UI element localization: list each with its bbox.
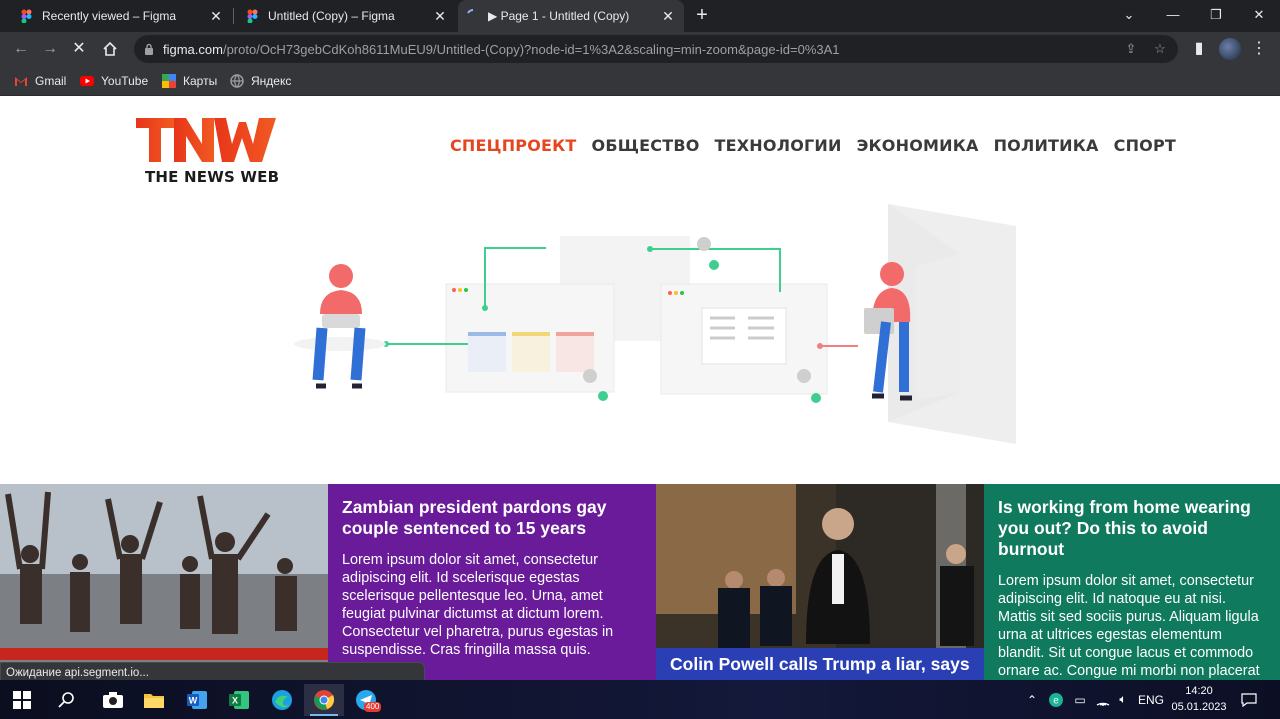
nav-item-politics[interactable]: ПОЛИТИКА — [994, 136, 1099, 155]
clock-date: 05.01.2023 — [1171, 701, 1227, 713]
card-headline: Zambian president pardons gay couple sen… — [342, 497, 607, 538]
news-card-zambia[interactable]: Zambian president pardons gay couple sen… — [328, 484, 656, 680]
logo-subtitle: THE NEWS WEB — [145, 168, 280, 186]
camera-icon[interactable] — [93, 684, 133, 716]
bookmark-label: Яндекс — [251, 74, 292, 88]
svg-text:W: W — [189, 696, 198, 706]
tab-untitled-copy[interactable]: Untitled (Copy) – Figma ✕ — [236, 0, 456, 32]
menu-icon[interactable]: ⋮ — [1246, 36, 1272, 62]
card-body: Lorem ipsum dolor sit amet, consectetur … — [342, 552, 614, 658]
minimize-icon[interactable]: — — [1151, 0, 1195, 32]
bookmark-youtube[interactable]: YouTube — [80, 72, 148, 90]
language-indicator[interactable]: ENG — [1136, 680, 1166, 719]
url-host: figma.com — [163, 41, 223, 57]
close-icon[interactable]: ✕ — [206, 8, 226, 25]
close-icon[interactable]: ✕ — [430, 8, 450, 25]
bookmark-yandex[interactable]: Яндекс — [230, 72, 291, 90]
volume-icon[interactable]: 🔈︎ — [1114, 680, 1132, 719]
avatar[interactable] — [1219, 38, 1241, 60]
browser-toolbar: ← → ✕ figma.com/proto/OcH73gebCdKoh8611M… — [0, 32, 1280, 66]
status-bar: Ожидание api.segment.io... — [0, 662, 425, 682]
svg-text:e: e — [1053, 695, 1059, 706]
tab-title: ▶ Page 1 - Untitled (Copy) — [488, 9, 630, 23]
figma-icon — [247, 9, 258, 23]
hero-illustration — [294, 204, 1016, 444]
bookmark-maps[interactable]: Карты — [162, 72, 217, 90]
loading-icon — [467, 9, 474, 14]
excel-icon[interactable]: X — [219, 684, 259, 716]
maps-icon — [162, 74, 176, 88]
youtube-icon — [80, 76, 94, 86]
side-panel-icon[interactable]: ▮ — [1186, 36, 1212, 62]
battery-icon[interactable]: ▭ — [1070, 680, 1090, 719]
nav-item-economy[interactable]: ЭКОНОМИКА — [857, 136, 979, 155]
new-tab-button[interactable]: + — [690, 4, 714, 28]
chrome-icon[interactable] — [304, 684, 344, 716]
card-caption: Colin Powell calls Trump a liar, says — [656, 648, 984, 680]
bookmark-star-icon[interactable]: ☆ — [1151, 40, 1169, 58]
window-close-icon[interactable]: ✕ — [1237, 0, 1280, 32]
news-cards: Zambian president pardons gay couple sen… — [0, 484, 1280, 680]
lock-icon — [145, 43, 153, 55]
close-icon[interactable]: ✕ — [658, 8, 678, 25]
nav-item-sport[interactable]: СПОРТ — [1114, 136, 1176, 155]
wifi-icon[interactable] — [1094, 680, 1112, 719]
tab-strip: Recently viewed – Figma ✕ Untitled (Copy… — [0, 0, 1280, 32]
nav-item-society[interactable]: ОБЩЕСТВО — [592, 136, 700, 155]
tab-title: Recently viewed – Figma — [42, 9, 177, 23]
news-card-photo-protest[interactable] — [0, 484, 328, 680]
bookmark-label: Карты — [183, 74, 218, 88]
bookmark-label: YouTube — [101, 74, 149, 88]
back-icon[interactable]: ← — [8, 36, 34, 62]
bookmarks-bar: Gmail YouTube Карты Яндекс — [0, 66, 1280, 96]
windows-start-icon[interactable] — [2, 684, 42, 716]
forward-icon[interactable]: → — [37, 36, 63, 62]
chevron-up-icon[interactable]: ⌃ — [1024, 680, 1040, 719]
page-viewport: THE NEWS WEB СПЕЦПРОЕКТ ОБЩЕСТВО ТЕХНОЛО… — [0, 96, 1280, 680]
tab-recently-viewed[interactable]: Recently viewed – Figma ✕ — [0, 0, 232, 32]
search-icon[interactable] — [47, 684, 87, 716]
share-icon[interactable]: ⇪ — [1122, 40, 1140, 58]
tab-title: Untitled (Copy) – Figma — [268, 9, 395, 23]
url-text: figma.com/proto/OcH73gebCdKoh8611MuEU9/U… — [163, 42, 840, 57]
home-icon[interactable] — [97, 36, 123, 62]
site-logo[interactable]: THE NEWS WEB — [136, 118, 280, 186]
card-body: Lorem ipsum dolor sit amet, consectetur … — [998, 573, 1260, 679]
main-navigation: СПЕЦПРОЕКТ ОБЩЕСТВО ТЕХНОЛОГИИ ЭКОНОМИКА… — [435, 136, 1176, 155]
windows-taskbar: W X 400 ⌃ e ▭ 🔈︎ ENG 14:20 05.01.2023 — [0, 680, 1280, 719]
card-headline: Is working from home wearing you out? Do… — [998, 497, 1251, 559]
restore-icon[interactable]: ❐ — [1194, 0, 1238, 32]
figma-icon — [21, 9, 32, 23]
tab-page-1[interactable]: ▶ Page 1 - Untitled (Copy) ✕ — [458, 0, 684, 32]
tnw-logo-mark — [136, 118, 276, 162]
clock-time: 14:20 — [1185, 685, 1213, 697]
news-card-colin-powell[interactable]: Colin Powell calls Trump a liar, says — [656, 484, 984, 680]
news-card-burnout[interactable]: Is working from home wearing you out? Do… — [984, 484, 1280, 680]
clock[interactable]: 14:20 05.01.2023 — [1166, 683, 1232, 715]
globe-icon — [230, 74, 244, 88]
nav-item-technology[interactable]: ТЕХНОЛОГИИ — [715, 136, 842, 155]
tray-app-icon[interactable]: e — [1046, 680, 1066, 719]
address-bar[interactable]: figma.com/proto/OcH73gebCdKoh8611MuEU9/U… — [134, 35, 1178, 63]
bookmark-gmail[interactable]: Gmail — [14, 72, 66, 90]
svg-text:X: X — [232, 696, 238, 706]
word-icon[interactable]: W — [177, 684, 217, 716]
edge-icon[interactable] — [262, 684, 302, 716]
nav-item-special-project[interactable]: СПЕЦПРОЕКТ — [450, 136, 577, 155]
bookmark-label: Gmail — [35, 74, 67, 88]
tab-search-icon[interactable]: ⌄ — [1107, 0, 1151, 32]
gmail-icon — [15, 77, 27, 86]
file-explorer-icon[interactable] — [134, 684, 174, 716]
url-path: /proto/OcH73gebCdKoh8611MuEU9/Untitled-(… — [222, 41, 840, 57]
stop-icon[interactable]: ✕ — [66, 36, 92, 62]
tab-divider — [233, 8, 234, 24]
telegram-icon[interactable]: 400 — [346, 684, 386, 716]
notification-badge: 400 — [364, 702, 382, 712]
red-strip — [0, 648, 328, 660]
notifications-icon[interactable] — [1238, 680, 1260, 719]
